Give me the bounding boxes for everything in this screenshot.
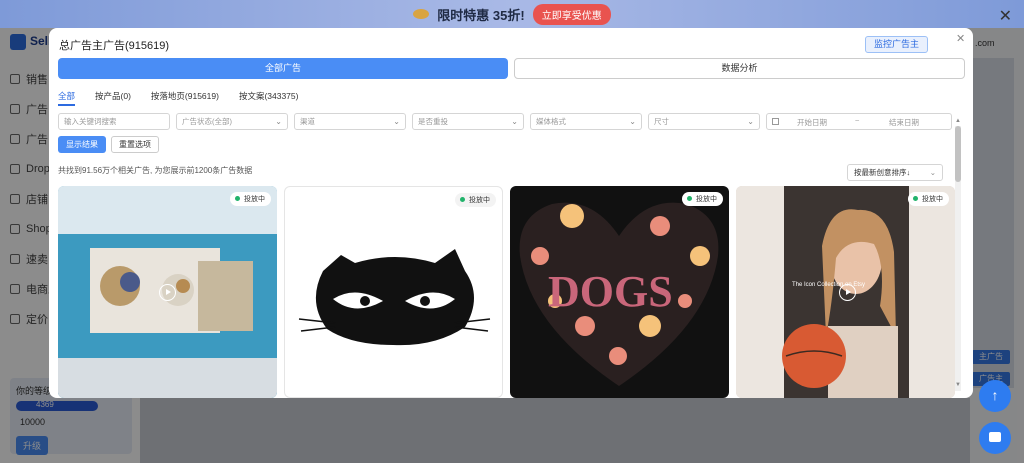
reposted-select[interactable]: 是否重投 ⌄ (412, 113, 524, 130)
subtab-by-product[interactable]: 按产品(0) (95, 90, 131, 102)
status-select[interactable]: 广告状态(全部) ⌄ (176, 113, 288, 130)
close-icon[interactable]: ✕ (956, 32, 965, 45)
advertiser-ads-modal: 总广告主广告(915619) 监控广告主 ✕ 全部广告 数据分析 全部 按产品(… (49, 28, 973, 398)
chevron-down-icon: ⌄ (275, 117, 282, 126)
status-badge: 投放中 (908, 192, 949, 206)
promo-text: 限时特惠 35折! (437, 7, 525, 23)
subtab-by-landing-page[interactable]: 按落地页(915619) (151, 90, 219, 102)
keyword-search-input[interactable]: 输入关键词搜索 (58, 113, 170, 130)
subtab-all[interactable]: 全部 (58, 90, 76, 106)
channel-select[interactable]: 渠道 ⌄ (294, 113, 406, 130)
subtabs: 全部 按产品(0) 按落地页(915619) 按文案(343375) (58, 90, 318, 106)
reset-options-button[interactable]: 重置选项 (111, 136, 159, 153)
coin-icon (413, 9, 430, 19)
scroll-down-icon[interactable]: ▼ (955, 382, 961, 388)
calendar-icon (772, 118, 779, 125)
modal-title: 总广告主广告(915619) (59, 40, 170, 52)
scroll-up-icon[interactable]: ▲ (955, 118, 961, 124)
status-badge: 投放中 (682, 192, 723, 206)
chat-button[interactable] (979, 422, 1011, 454)
ad-thumbnail (298, 249, 491, 346)
show-results-button[interactable]: 显示结果 (58, 136, 106, 153)
ad-card[interactable]: 投放中 (58, 186, 277, 398)
promo-banner: 限时特惠 35折! 立即享受优惠 ✕ (0, 0, 1024, 28)
chevron-down-icon: ⌄ (393, 117, 400, 126)
scrollbar[interactable]: ▲ ▼ (955, 118, 961, 391)
play-icon[interactable] (839, 284, 856, 301)
monitor-advertiser-button[interactable]: 监控广告主 (865, 36, 929, 53)
tab-all-ads[interactable]: 全部广告 (58, 58, 508, 79)
date-range-picker[interactable]: 开始日期 ~ 结束日期 (766, 113, 952, 130)
chevron-down-icon: ⌄ (511, 117, 518, 126)
promo-button[interactable]: 立即享受优惠 (532, 3, 611, 25)
scrollbar-thumb[interactable] (955, 126, 961, 182)
results-summary: 共找到91.56万个相关广告, 为您展示前1200条广告数据 (58, 166, 253, 175)
media-format-select[interactable]: 媒体格式 ⌄ (530, 113, 642, 130)
ad-image-text: DOGS (548, 267, 673, 316)
subtab-by-copy[interactable]: 按文案(343375) (239, 90, 299, 102)
sort-select[interactable]: 按最新创意排序↓ ⌄ (847, 164, 943, 181)
ad-card[interactable]: 投放中 (284, 186, 503, 398)
chevron-down-icon: ⌄ (929, 168, 936, 177)
ad-card[interactable]: The Icon Collection on Etsy 投放中 (736, 186, 955, 398)
play-icon[interactable] (159, 284, 176, 301)
status-badge: 投放中 (455, 193, 496, 207)
status-badge: 投放中 (230, 192, 271, 206)
chevron-down-icon: ⌄ (629, 117, 636, 126)
ad-card[interactable]: DOGS 投放中 (510, 186, 729, 398)
filter-bar: 输入关键词搜索 广告状态(全部) ⌄ 渠道 ⌄ 是否重投 ⌄ 媒体格式 ⌄ 尺寸 ⌄ 开始… (58, 113, 952, 130)
chevron-down-icon: ⌄ (747, 117, 754, 126)
tab-data-analysis[interactable]: 数据分析 (514, 58, 965, 79)
size-select[interactable]: 尺寸 ⌄ (648, 113, 760, 130)
back-to-top-button[interactable]: ↑ (979, 380, 1011, 412)
close-icon[interactable]: ✕ (999, 6, 1012, 26)
